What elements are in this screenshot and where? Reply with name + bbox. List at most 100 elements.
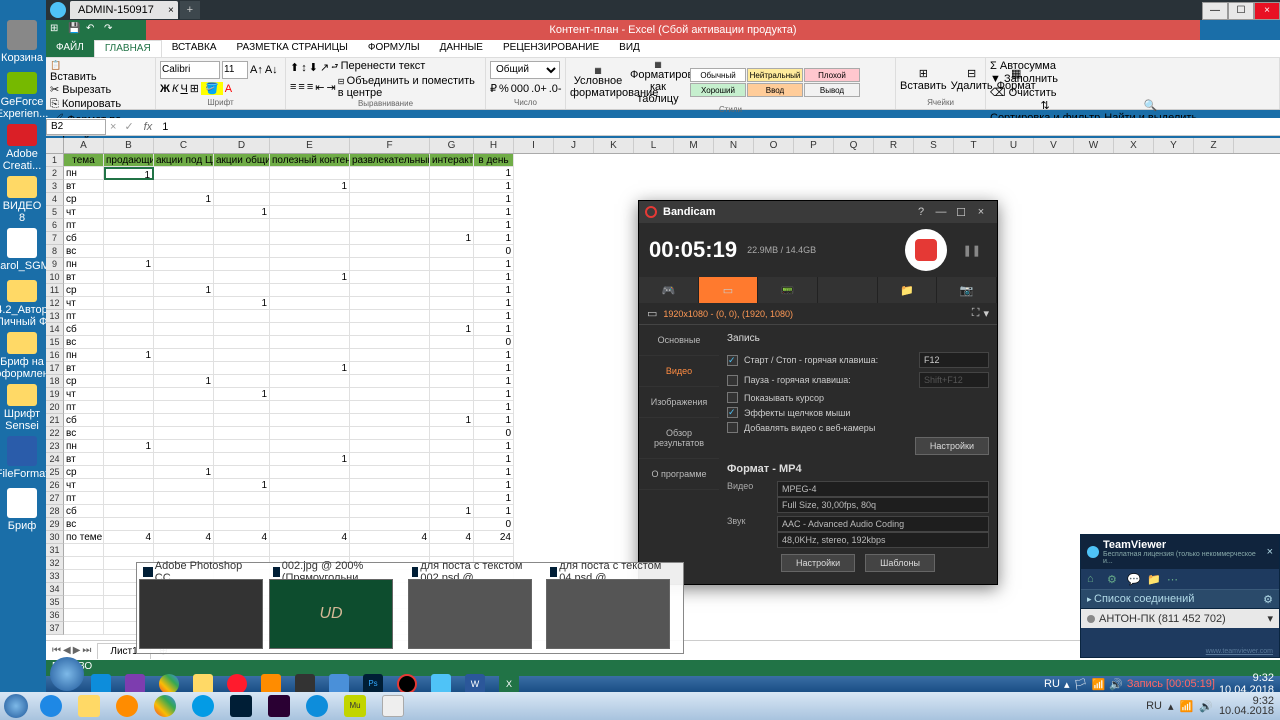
- row-header[interactable]: 33: [46, 570, 64, 583]
- row-header[interactable]: 20: [46, 401, 64, 414]
- cell[interactable]: [104, 466, 154, 479]
- bandicam-min-button[interactable]: —: [931, 206, 951, 218]
- cell[interactable]: [430, 193, 474, 206]
- cell[interactable]: [214, 492, 270, 505]
- cell[interactable]: [430, 453, 474, 466]
- cell[interactable]: [214, 258, 270, 271]
- col-header[interactable]: E: [270, 138, 350, 153]
- style-input[interactable]: Ввод: [747, 83, 803, 97]
- cell[interactable]: [350, 219, 430, 232]
- row-header[interactable]: 15: [46, 336, 64, 349]
- cell[interactable]: 4: [430, 531, 474, 544]
- recording-settings-button[interactable]: Настройки: [915, 437, 989, 455]
- host-teamviewer-icon[interactable]: [298, 693, 336, 719]
- cell[interactable]: [64, 557, 104, 570]
- host-notes-icon[interactable]: [374, 693, 412, 719]
- bold-button[interactable]: Ж: [160, 83, 170, 95]
- fx-icon[interactable]: fx: [138, 121, 159, 133]
- cell[interactable]: 1: [104, 349, 154, 362]
- cell[interactable]: [430, 258, 474, 271]
- conditional-formatting-button[interactable]: ▦Условное форматирование: [570, 66, 626, 99]
- cell[interactable]: развлекательный: [350, 154, 430, 167]
- cell[interactable]: [104, 297, 154, 310]
- row-header[interactable]: 26: [46, 479, 64, 492]
- row-header[interactable]: 5: [46, 206, 64, 219]
- cell[interactable]: вт: [64, 180, 104, 193]
- cell[interactable]: в день: [474, 154, 514, 167]
- cell[interactable]: продающий: [104, 154, 154, 167]
- sheet-nav-first-icon[interactable]: ⏮: [52, 645, 61, 656]
- cell[interactable]: [154, 349, 214, 362]
- sheet-nav-last-icon[interactable]: ⏭: [82, 645, 91, 656]
- cell[interactable]: [214, 323, 270, 336]
- pause-checkbox[interactable]: [727, 375, 738, 386]
- tab-formulas[interactable]: ФОРМУЛЫ: [358, 40, 430, 57]
- host-tray-date[interactable]: 10.04.2018: [1219, 705, 1274, 717]
- cell[interactable]: [214, 362, 270, 375]
- cell[interactable]: [214, 401, 270, 414]
- cell[interactable]: интерактив: [430, 154, 474, 167]
- host-taskbar[interactable]: Mu RU ▴ 📶 🔊 9:3210.04.2018: [0, 692, 1280, 720]
- cell[interactable]: тема: [64, 154, 104, 167]
- cell[interactable]: [104, 479, 154, 492]
- cell[interactable]: [350, 414, 430, 427]
- row-header[interactable]: 25: [46, 466, 64, 479]
- cell[interactable]: [350, 388, 430, 401]
- formula-input[interactable]: [158, 119, 1280, 135]
- desktop-icon-video8[interactable]: ВИДЕО 8: [2, 176, 42, 224]
- cell[interactable]: [154, 544, 214, 557]
- row-header[interactable]: 4: [46, 193, 64, 206]
- cell[interactable]: [430, 518, 474, 531]
- cell[interactable]: [430, 206, 474, 219]
- cell[interactable]: [214, 219, 270, 232]
- cell[interactable]: вт: [64, 453, 104, 466]
- cell[interactable]: [214, 427, 270, 440]
- cell[interactable]: [430, 375, 474, 388]
- cell[interactable]: [104, 453, 154, 466]
- cell[interactable]: [104, 284, 154, 297]
- insert-cells-button[interactable]: ⊞Вставить: [900, 67, 947, 92]
- cell[interactable]: вс: [64, 245, 104, 258]
- cell[interactable]: [350, 401, 430, 414]
- cell[interactable]: [350, 206, 430, 219]
- cell[interactable]: 1: [474, 310, 514, 323]
- cell[interactable]: [430, 427, 474, 440]
- cell[interactable]: ср: [64, 193, 104, 206]
- cell[interactable]: [214, 505, 270, 518]
- comma-icon[interactable]: 000: [511, 83, 529, 95]
- cell[interactable]: [350, 167, 430, 180]
- tab-close-icon[interactable]: ×: [168, 5, 174, 16]
- cell[interactable]: 0: [474, 518, 514, 531]
- host-tray-lang[interactable]: RU: [1146, 700, 1162, 712]
- cell[interactable]: 1: [270, 362, 350, 375]
- format-as-table-button[interactable]: ▦Форматировать как таблицу: [630, 60, 686, 105]
- row-header[interactable]: 21: [46, 414, 64, 427]
- tab-page-layout[interactable]: РАЗМЕТКА СТРАНИЦЫ: [227, 40, 358, 57]
- cell[interactable]: [270, 349, 350, 362]
- desktop-icon-font[interactable]: Шрифт Sensei: [2, 384, 42, 432]
- cell[interactable]: [214, 284, 270, 297]
- align-center-icon[interactable]: ≡: [298, 81, 304, 93]
- cell[interactable]: [104, 245, 154, 258]
- cell[interactable]: [430, 479, 474, 492]
- cell[interactable]: [270, 193, 350, 206]
- clear-button[interactable]: ⌫ Очистить: [990, 86, 1057, 99]
- cell[interactable]: [350, 180, 430, 193]
- col-header[interactable]: Y: [1154, 138, 1194, 153]
- cell[interactable]: [270, 388, 350, 401]
- col-header[interactable]: U: [994, 138, 1034, 153]
- desktop-icon-author[interactable]: 4.2_Автор Личный Ф: [2, 280, 42, 328]
- increase-font-icon[interactable]: A↑: [250, 64, 263, 76]
- cell[interactable]: [270, 245, 350, 258]
- cell[interactable]: 1: [474, 284, 514, 297]
- desktop-icon-recycle[interactable]: Корзина: [2, 20, 42, 68]
- cell[interactable]: [270, 297, 350, 310]
- cell[interactable]: [430, 180, 474, 193]
- fill-color-button[interactable]: 🪣: [201, 82, 223, 95]
- inner-start-button[interactable]: [50, 657, 84, 691]
- cell[interactable]: [154, 245, 214, 258]
- decrease-font-icon[interactable]: A↓: [265, 64, 278, 76]
- align-middle-icon[interactable]: ↕: [301, 62, 307, 74]
- cell[interactable]: 1: [474, 362, 514, 375]
- cell[interactable]: [270, 492, 350, 505]
